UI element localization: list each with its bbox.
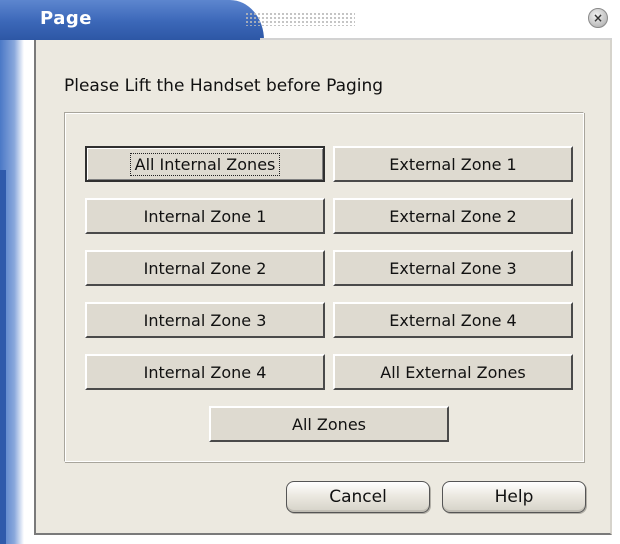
internal-zone-3-button[interactable]: Internal Zone 3	[85, 302, 325, 338]
close-icon[interactable]: ×	[588, 8, 608, 28]
internal-zone-2-button[interactable]: Internal Zone 2	[85, 250, 325, 286]
all-external-zones-button[interactable]: All External Zones	[333, 354, 573, 390]
cancel-button[interactable]: Cancel	[286, 481, 430, 513]
window-title: Page	[40, 8, 92, 29]
internal-zone-4-button[interactable]: Internal Zone 4	[85, 354, 325, 390]
external-zone-2-button[interactable]: External Zone 2	[333, 198, 573, 234]
window-left-edge	[0, 170, 6, 544]
external-zone-1-button[interactable]: External Zone 1	[333, 146, 573, 182]
external-zone-4-button[interactable]: External Zone 4	[333, 302, 573, 338]
help-button[interactable]: Help	[442, 481, 586, 513]
title-bar[interactable]: Page ×	[0, 0, 620, 40]
page-dialog-window: Page × Please Lift the Handset before Pa…	[0, 0, 620, 544]
dialog-body: Please Lift the Handset before Paging Al…	[34, 40, 612, 535]
drag-grip-icon[interactable]	[245, 12, 355, 26]
all-internal-zones-button[interactable]: All Internal Zones	[85, 146, 325, 182]
internal-zone-1-button[interactable]: Internal Zone 1	[85, 198, 325, 234]
all-zones-button[interactable]: All Zones	[209, 406, 449, 442]
instruction-label: Please Lift the Handset before Paging	[64, 76, 384, 96]
external-zone-3-button[interactable]: External Zone 3	[333, 250, 573, 286]
zone-button-group: All Internal Zones External Zone 1 Inter…	[64, 112, 584, 462]
title-tab: Page	[0, 0, 264, 40]
all-internal-zones-label: All Internal Zones	[129, 152, 281, 176]
